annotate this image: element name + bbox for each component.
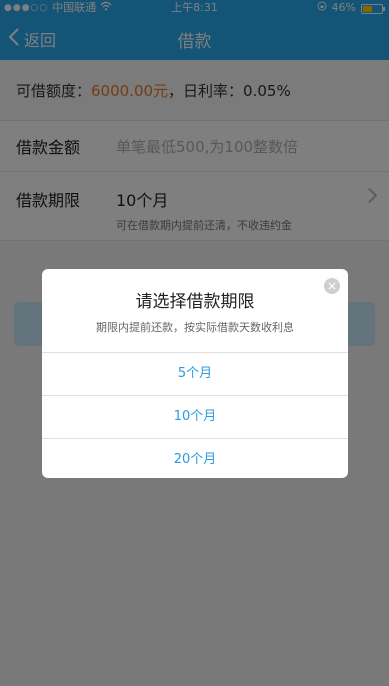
- term-picker-dialog: × 请选择借款期限 期限内提前还款，按实际借款天数收利息 5个月 10个月 20…: [42, 269, 348, 478]
- term-option-20[interactable]: 20个月: [42, 438, 348, 478]
- dialog-subtitle: 期限内提前还款，按实际借款天数收利息: [96, 321, 294, 334]
- term-option-5[interactable]: 5个月: [42, 352, 348, 395]
- dialog-title: 请选择借款期限: [135, 292, 255, 312]
- loan-screen: ●●●○○ 中国联通 上午8:31 46%: [0, 0, 389, 686]
- term-option-10[interactable]: 10个月: [42, 395, 348, 438]
- term-options: 5个月 10个月 20个月: [42, 352, 348, 478]
